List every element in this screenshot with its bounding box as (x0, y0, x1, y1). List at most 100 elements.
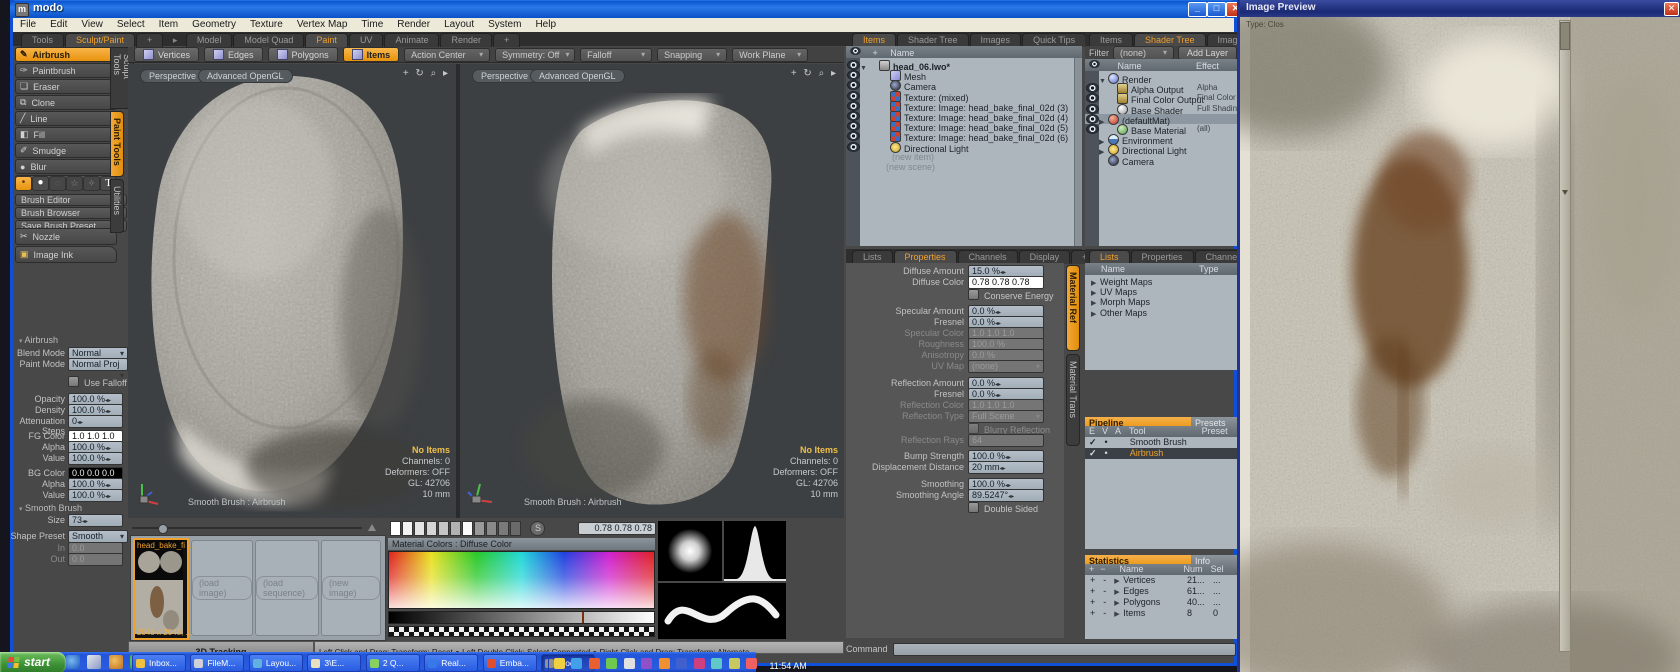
shader-row-final-color-output[interactable]: Final Color OutputFinal Color (1085, 93, 1237, 103)
tray-icon-4[interactable] (606, 658, 617, 669)
item-row-new-scene[interactable]: (new scene) (846, 162, 1082, 172)
tab-model-quad[interactable]: Model Quad (233, 33, 304, 47)
mode-edges-button[interactable]: Edges (204, 47, 263, 62)
item-row-texture-3[interactable]: Texture: Image: head_bake_final_02d (3) (846, 101, 1082, 111)
tool-line[interactable]: ╱Line (15, 111, 117, 126)
falloff-dropdown[interactable]: Falloff (580, 48, 652, 62)
item-row-light[interactable]: Directional Light (846, 142, 1082, 152)
taskbar-emba-button[interactable]: Emba... (483, 654, 537, 672)
smooth-brush-section-header[interactable]: ▾ Smooth Brush (19, 503, 82, 513)
image-strip-slider[interactable] (132, 524, 382, 532)
start-button[interactable]: start (0, 652, 66, 672)
item-row-scene[interactable]: ▼head_06.lwo* (846, 60, 1082, 70)
picker-value-field[interactable]: 0.78 0.78 0.78 (578, 522, 656, 535)
lists-properties-tab[interactable]: Properties (1131, 250, 1194, 263)
tab-animate[interactable]: Animate (384, 33, 439, 47)
menu-system[interactable]: System (481, 19, 528, 30)
preview-close-button[interactable]: ✕ (1664, 2, 1679, 16)
shader-row-camera[interactable]: Camera (1085, 155, 1237, 165)
tab-utilities[interactable]: Utilities (110, 179, 124, 233)
menu-help[interactable]: Help (528, 19, 563, 30)
item-row-texture-5[interactable]: Texture: Image: head_bake_final_02d (5) (846, 121, 1082, 131)
menu-file[interactable]: File (13, 19, 43, 30)
item-row-new-item[interactable]: (new item) (846, 152, 1082, 162)
tool-paintbrush[interactable]: ✑Paintbrush (15, 63, 117, 78)
tab-add-right[interactable]: + (493, 33, 520, 47)
tool-eraser[interactable]: ❏Eraser (15, 79, 117, 94)
preview-titlebar[interactable]: Image Preview ✕ (1240, 0, 1680, 17)
mode-items-button[interactable]: Items (343, 47, 400, 62)
use-falloff-checkbox[interactable]: Use Falloff (68, 376, 127, 388)
shader-row-default-mat[interactable]: ▶(defaultMat) (1085, 114, 1237, 124)
props-display-tab[interactable]: Display (1019, 250, 1071, 264)
brush-size-field[interactable]: 73 (68, 514, 123, 527)
attenuation-steps-field[interactable]: 0 (68, 415, 123, 428)
item-row-mesh[interactable]: Mesh (846, 70, 1082, 80)
hue-saturation-area[interactable] (388, 551, 655, 609)
item-row-texture-4[interactable]: Texture: Image: head_bake_final_02d (4) (846, 111, 1082, 121)
mode-vertices-button[interactable]: Vertices (134, 47, 199, 62)
tray-icon-10[interactable] (711, 658, 722, 669)
alpha-bar[interactable] (388, 626, 655, 637)
material-ref-tab[interactable]: Material Ref (1066, 265, 1080, 351)
taskbar-inbox-button[interactable]: Inbox... (132, 654, 186, 672)
taskbar-filem-button[interactable]: FileM... (190, 654, 244, 672)
stats-row-items[interactable]: +-▶Items80 (1085, 608, 1237, 619)
stats-row-vertices[interactable]: +-▶Vertices21...... (1085, 575, 1237, 586)
work-plane-dropdown[interactable]: Work Plane (732, 48, 808, 62)
load-image-cell[interactable]: (load image) (191, 540, 253, 636)
tray-icon-9[interactable] (694, 658, 705, 669)
tab-sculpt-paint[interactable]: Sculpt/Paint (65, 33, 135, 47)
list-row-weight-maps[interactable]: ▶Weight Maps (1085, 277, 1237, 287)
menu-geometry[interactable]: Geometry (185, 19, 243, 30)
tray-icon-11[interactable] (729, 658, 740, 669)
image-thumb-selected[interactable]: head_bake_fi ... 2048 x 2048, ... (133, 538, 189, 640)
quick-launch-ie-icon[interactable] (66, 655, 80, 669)
shader-row-render[interactable]: ▼Render (1085, 73, 1237, 83)
props-lists-tab[interactable]: Lists (852, 250, 893, 264)
tab-render[interactable]: Render (440, 33, 492, 47)
shader-row-base-shader[interactable]: Base ShaderFull Shading (1085, 104, 1237, 114)
gray-swatches[interactable]: S (390, 521, 545, 536)
taskbar-layout-button[interactable]: Layou... (249, 654, 303, 672)
diffuse-color-field[interactable]: 0.78 0.78 0.78 (968, 276, 1044, 289)
command-input[interactable] (893, 643, 1236, 656)
taskbar-2q-button[interactable]: 2 Q... (366, 654, 420, 672)
vp-left-shading-label[interactable]: Advanced OpenGL (198, 69, 293, 83)
tray-icon-1[interactable] (554, 658, 565, 669)
fg-value-field[interactable]: 100.0 % (68, 452, 123, 465)
items-images-tab[interactable]: Images (970, 33, 1022, 47)
shader-row-base-material[interactable]: Base Material(all) (1085, 124, 1237, 134)
shader-tree-tab[interactable]: Shader Tree (1134, 33, 1206, 46)
item-row-camera[interactable]: Camera (846, 80, 1082, 90)
displacement-distance-field[interactable]: 20 mm (968, 461, 1044, 474)
mode-polygons-button[interactable]: Polygons (268, 47, 338, 62)
items-scrollbar[interactable] (1074, 58, 1082, 246)
menu-edit[interactable]: Edit (43, 19, 74, 30)
item-row-texture-6[interactable]: Texture: Image: head_bake_final_02d (6) (846, 131, 1082, 141)
items-quick-tips-tab[interactable]: Quick Tips (1022, 33, 1086, 47)
vp-left-nav-icons[interactable]: + ↻ ⌕ ▸ (403, 68, 450, 79)
value-gradient-bar[interactable] (388, 611, 655, 624)
menu-texture[interactable]: Texture (243, 19, 290, 30)
tray-icon-2[interactable] (571, 658, 582, 669)
tray-icon-12[interactable] (746, 658, 757, 669)
props-properties-tab[interactable]: Properties (894, 250, 957, 264)
tool-smudge[interactable]: ✐Smudge (15, 143, 117, 158)
tab-add-left[interactable]: + (136, 33, 163, 47)
tab-model[interactable]: Model (186, 33, 233, 47)
snapping-dropdown[interactable]: Snapping (657, 48, 727, 62)
brush-tip-spray[interactable]: ✧ (83, 176, 100, 191)
load-sequence-cell[interactable]: (load sequence) (255, 540, 319, 636)
material-trans-tab[interactable]: Material Trans (1066, 354, 1080, 446)
brush-tip-round[interactable]: • (15, 176, 32, 191)
shader-row-environment[interactable]: ▶Environment (1085, 134, 1237, 144)
menu-time[interactable]: Time (354, 19, 390, 30)
item-row-texture-mixed[interactable]: Texture: (mixed) (846, 91, 1082, 101)
action-center-dropdown[interactable]: Action Center (404, 48, 490, 62)
tool-fill[interactable]: ◧Fill (15, 127, 117, 142)
list-row-morph-maps[interactable]: ▶Morph Maps (1085, 297, 1237, 307)
menu-vertex-map[interactable]: Vertex Map (290, 19, 355, 30)
new-image-cell[interactable]: (new image) (321, 540, 381, 636)
brush-tip-star[interactable]: ☆ (66, 176, 83, 191)
